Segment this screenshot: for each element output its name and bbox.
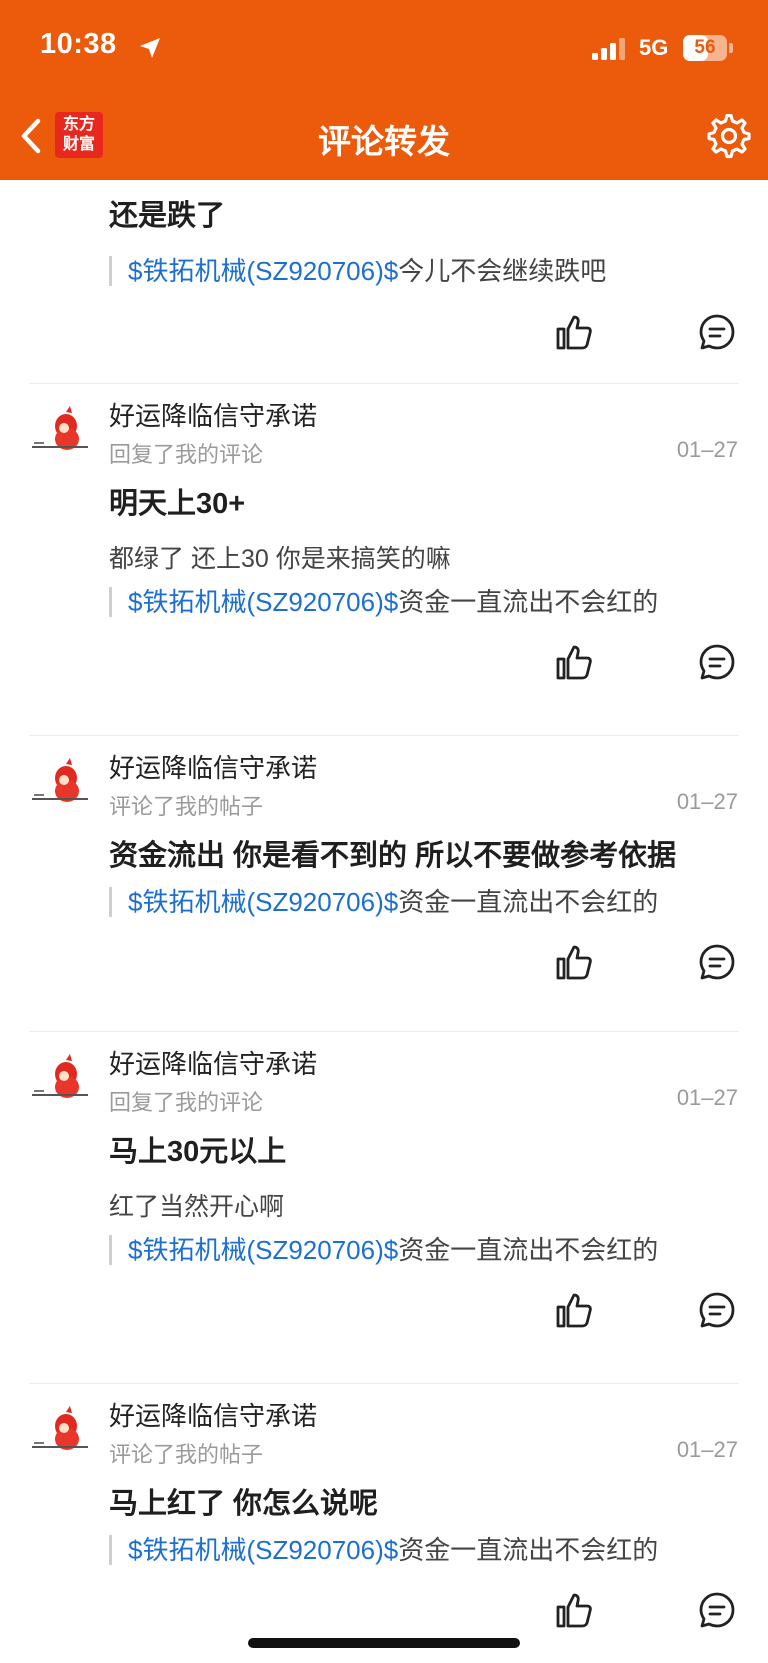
- comment-bubble-icon[interactable]: [698, 313, 736, 351]
- page-title: 评论转发: [318, 123, 450, 160]
- feed-item[interactable]: 好运降临信守承诺 评论了我的帖子 01–27 马上红了 你怎么说呢 $铁拓机械(…: [0, 1384, 768, 1663]
- stock-link[interactable]: $铁拓机械(SZ920706)$: [128, 887, 398, 917]
- original-comment-text: 红了当然开心啊: [109, 1193, 285, 1221]
- date: 01–27: [676, 437, 738, 462]
- feed-item[interactable]: 还是跌了 $铁拓机械(SZ920706)$今儿不会继续跌吧: [0, 180, 768, 383]
- stock-link[interactable]: $铁拓机械(SZ920706)$: [128, 1235, 398, 1265]
- quoted-text: 今儿不会继续跌吧: [398, 256, 607, 286]
- top-bar: 10:38 5G 56 东方 财富 评论转发: [0, 0, 768, 180]
- quoted-post[interactable]: $铁拓机械(SZ920706)$资金一直流出不会红的: [109, 887, 658, 917]
- like-thumbs-up-icon[interactable]: [555, 643, 593, 681]
- comment-text: 马上红了 你怎么说呢: [109, 1488, 379, 1520]
- like-thumbs-up-icon[interactable]: [555, 943, 593, 981]
- comment-text: 马上30元以上: [109, 1136, 287, 1168]
- feed-item[interactable]: 好运降临信守承诺 回复了我的评论 01–27 明天上30+ 都绿了 还上30 你…: [0, 384, 768, 715]
- quoted-text: 资金一直流出不会红的: [398, 1535, 659, 1565]
- like-thumbs-up-icon[interactable]: [555, 313, 593, 351]
- network-type: 5G: [639, 35, 669, 60]
- quoted-text: 资金一直流出不会红的: [398, 1235, 659, 1265]
- quoted-text: 资金一直流出不会红的: [398, 887, 659, 917]
- comment-bubble-icon[interactable]: [698, 643, 736, 681]
- battery-icon: 56: [683, 35, 727, 61]
- location-arrow-icon: [140, 38, 160, 58]
- comment-text: 明天上30+: [109, 488, 246, 520]
- feed-item[interactable]: 好运降临信守承诺 评论了我的帖子 01–27 资金流出 你是看不到的 所以不要做…: [0, 736, 768, 1031]
- comment-bubble-icon[interactable]: [698, 943, 736, 981]
- quoted-post[interactable]: $铁拓机械(SZ920706)$今儿不会继续跌吧: [109, 256, 606, 286]
- quoted-post[interactable]: $铁拓机械(SZ920706)$资金一直流出不会红的: [109, 1235, 658, 1265]
- username[interactable]: 好运降临信守承诺: [109, 748, 317, 785]
- date: 01–27: [676, 1437, 738, 1462]
- avatar[interactable]: [30, 1052, 90, 1112]
- username[interactable]: 好运降临信守承诺: [109, 1396, 317, 1433]
- comment-text: 资金流出 你是看不到的 所以不要做参考依据: [109, 840, 677, 872]
- avatar[interactable]: [30, 1404, 90, 1464]
- date: 01–27: [676, 1085, 738, 1110]
- battery-nub: [729, 43, 733, 53]
- quoted-text: 资金一直流出不会红的: [398, 587, 659, 617]
- original-comment-text: 都绿了 还上30 你是来搞笑的嘛: [109, 545, 451, 573]
- quoted-post[interactable]: $铁拓机械(SZ920706)$资金一直流出不会红的: [109, 1535, 658, 1565]
- action-text: 评论了我的帖子: [109, 794, 264, 819]
- cellular-signal-icon: [592, 38, 625, 60]
- like-thumbs-up-icon[interactable]: [555, 1291, 593, 1329]
- username[interactable]: 好运降临信守承诺: [109, 1044, 317, 1081]
- stock-link[interactable]: $铁拓机械(SZ920706)$: [128, 256, 398, 286]
- quoted-post[interactable]: $铁拓机械(SZ920706)$资金一直流出不会红的: [109, 587, 658, 617]
- comment-bubble-icon[interactable]: [698, 1291, 736, 1329]
- stock-link[interactable]: $铁拓机械(SZ920706)$: [128, 1535, 398, 1565]
- home-indicator[interactable]: [248, 1638, 520, 1648]
- avatar[interactable]: [30, 756, 90, 816]
- avatar[interactable]: [30, 404, 90, 464]
- username[interactable]: 好运降临信守承诺: [109, 396, 317, 433]
- settings-gear-icon[interactable]: [706, 114, 752, 160]
- stock-link[interactable]: $铁拓机械(SZ920706)$: [128, 587, 398, 617]
- feed-item[interactable]: 好运降临信守承诺 回复了我的评论 01–27 马上30元以上 红了当然开心啊 $…: [0, 1032, 768, 1363]
- action-text: 评论了我的帖子: [109, 1442, 264, 1467]
- status-time: 10:38: [40, 28, 117, 60]
- battery-level: 56: [694, 37, 716, 58]
- like-thumbs-up-icon[interactable]: [555, 1591, 593, 1629]
- action-text: 回复了我的评论: [109, 1090, 264, 1115]
- comment-bubble-icon[interactable]: [698, 1591, 736, 1629]
- date: 01–27: [676, 789, 738, 814]
- comment-text: 还是跌了: [109, 200, 226, 232]
- action-text: 回复了我的评论: [109, 442, 264, 467]
